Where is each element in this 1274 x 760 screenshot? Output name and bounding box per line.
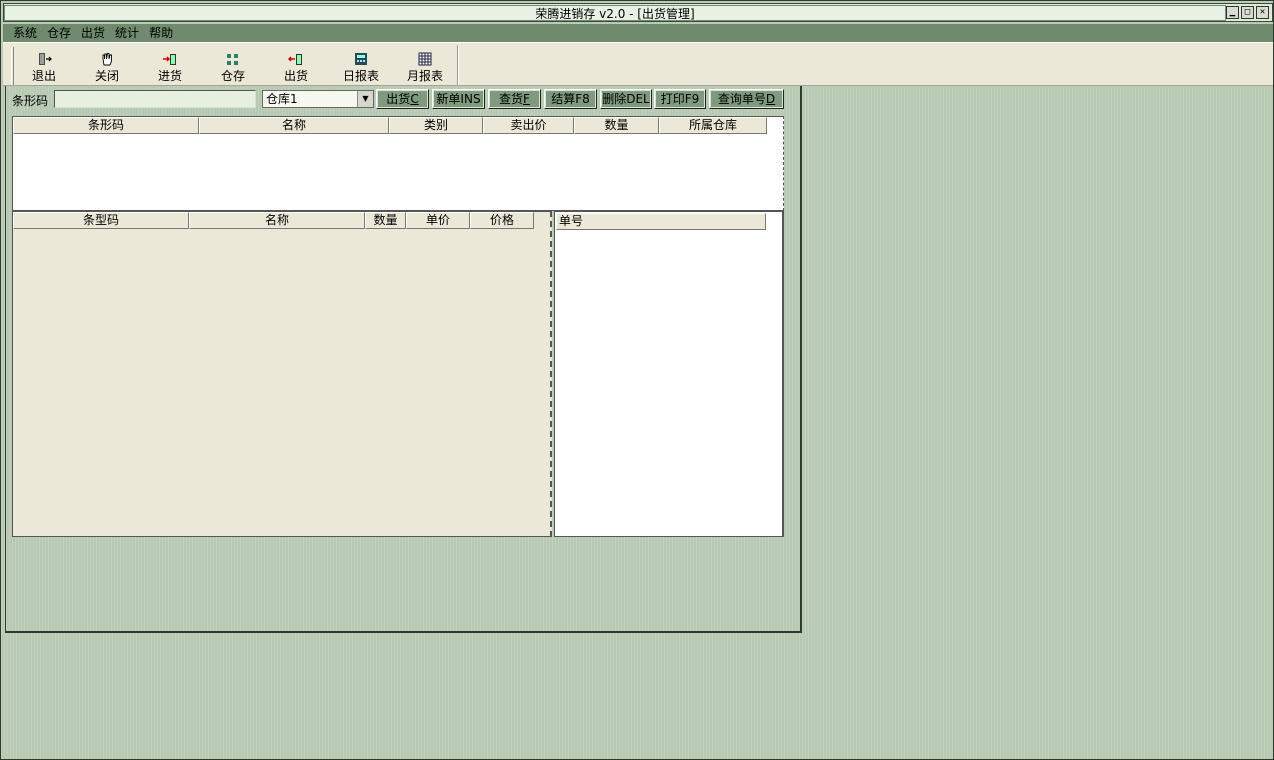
ship-button[interactable]: 出货C <box>376 89 429 109</box>
stock-in-button[interactable]: 进货 <box>142 51 198 85</box>
stock-in-icon <box>163 54 176 65</box>
checkout-button[interactable]: 结算F8 <box>544 89 597 109</box>
col-sale-price[interactable]: 卖出价 <box>483 117 574 134</box>
calendar-icon <box>418 52 432 66</box>
stock-out-button[interactable]: 出货 <box>268 51 324 85</box>
toolbar: 退出 关闭 进货 仓存 出货 日报表 月报表 <box>3 42 1273 86</box>
col-order-number[interactable]: 单号 <box>556 213 766 230</box>
main-window: 荣腾进销存 v2.0 - [出货管理] ▁ □ ✕ 系统 仓存 出货 统计 帮助… <box>0 0 1274 760</box>
warehouse-button[interactable]: 仓存 <box>205 51 261 85</box>
exit-door-icon <box>39 53 52 65</box>
col-barcode[interactable]: 条形码 <box>13 117 199 134</box>
barcode-label: 条形码 <box>12 94 49 108</box>
exit-button[interactable]: 退出 <box>16 51 72 85</box>
warehouse-value: 仓库1 <box>266 92 298 106</box>
col-quantity[interactable]: 数量 <box>574 117 659 134</box>
close-icon[interactable]: ✕ <box>1256 6 1269 19</box>
stock-out-icon <box>288 54 302 65</box>
menu-warehouse[interactable]: 仓存 <box>47 25 71 41</box>
col-name[interactable]: 名称 <box>199 117 389 134</box>
minimize-icon[interactable]: ▁ <box>1226 6 1239 19</box>
col-item-total[interactable]: 价格 <box>470 212 534 229</box>
close-button[interactable]: 关闭 <box>79 51 135 85</box>
menu-system[interactable]: 系统 <box>13 25 37 41</box>
barcode-input[interactable] <box>54 90 256 108</box>
col-item-name[interactable]: 名称 <box>189 212 365 229</box>
menu-shipment[interactable]: 出货 <box>81 25 105 41</box>
toolbar-separator <box>457 45 459 85</box>
order-number-list[interactable]: 单号 <box>554 211 784 537</box>
title-bar: 荣腾进销存 v2.0 - [出货管理] ▁ □ ✕ <box>3 3 1273 22</box>
print-button[interactable]: 打印F9 <box>654 89 706 109</box>
order-items-header: 条型码 名称 数量 单价 价格 <box>13 212 534 229</box>
col-item-barcode[interactable]: 条型码 <box>13 212 189 229</box>
product-grid[interactable]: 条形码 名称 类别 卖出价 数量 所属仓库 <box>12 116 784 211</box>
maximize-icon[interactable]: □ <box>1241 6 1254 19</box>
col-warehouse[interactable]: 所属仓库 <box>659 117 767 134</box>
warehouse-select[interactable]: 仓库1 ▼ <box>262 90 374 108</box>
delete-button[interactable]: 删除DEL <box>600 89 652 109</box>
hand-icon <box>102 53 112 66</box>
shipment-window: 条形码 仓库1 ▼ 出货C 新单INS 查货F 结算F8 删除DEL 打印F9 … <box>5 86 802 633</box>
col-item-unit-price[interactable]: 单价 <box>406 212 470 229</box>
query-order-button[interactable]: 查询单号D <box>709 89 784 109</box>
order-items-grid[interactable]: 条型码 名称 数量 单价 价格 <box>12 211 552 537</box>
col-item-quantity[interactable]: 数量 <box>365 212 406 229</box>
window-title: 荣腾进销存 v2.0 - [出货管理] <box>4 5 1226 21</box>
product-grid-header: 条形码 名称 类别 卖出价 数量 所属仓库 <box>13 117 767 134</box>
new-order-button[interactable]: 新单INS <box>432 89 485 109</box>
col-category[interactable]: 类别 <box>389 117 483 134</box>
chevron-down-icon[interactable]: ▼ <box>357 91 373 107</box>
warehouse-grid-icon <box>227 54 238 65</box>
monthly-report-button[interactable]: 月报表 <box>397 51 453 85</box>
toolbar-grip[interactable] <box>11 47 14 85</box>
menu-statistics[interactable]: 统计 <box>115 25 139 41</box>
menu-help[interactable]: 帮助 <box>149 25 173 41</box>
menu-bar: 系统 仓存 出货 统计 帮助 <box>3 24 1273 42</box>
daily-report-button[interactable]: 日报表 <box>333 51 389 85</box>
calculator-icon <box>355 53 367 65</box>
query-goods-button[interactable]: 查货F <box>488 89 541 109</box>
